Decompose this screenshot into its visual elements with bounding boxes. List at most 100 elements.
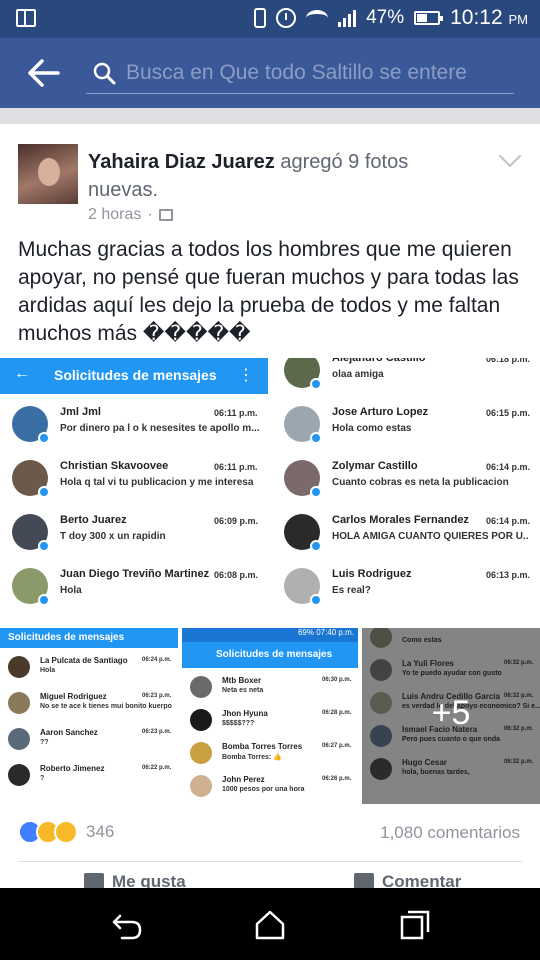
thumb1-title: Solicitudes de mensajes — [8, 632, 125, 643]
thumb-chat-row: Miguel Rodriguez 06:23 p.m. No se te ace k… — [8, 692, 174, 730]
messenger-badge-icon — [38, 486, 50, 498]
chat-time: 06:22 p.m. — [142, 765, 172, 771]
messenger-badge-icon — [310, 540, 322, 552]
photo-menu-icon: ⋮ — [238, 367, 254, 384]
chat-name: Christian Skavoovee — [60, 460, 169, 472]
chat-message: ? — [40, 775, 45, 782]
post-meta: 2 horas · — [88, 206, 173, 224]
chat-avatar — [8, 764, 30, 786]
chat-name: Alejandro Castillo — [332, 358, 426, 364]
status-bar: 47% 10:12 PM — [0, 0, 540, 38]
chat-message: T doy 300 x un rapidin — [60, 531, 166, 542]
signal-icon — [338, 9, 357, 27]
chat-message: HOLA AMIGA CUANTO QUIERES POR U... — [332, 531, 528, 542]
search-placeholder: Busca en Que todo Saltillo se entere — [126, 61, 467, 84]
chat-time: 06:18 p.m. — [486, 358, 531, 364]
chat-message: Hola como estas — [332, 423, 412, 434]
feed-post: Yahaira Diaz Juarez agregó 9 fotos nueva… — [0, 124, 540, 891]
chat-message: Es real? — [332, 585, 371, 596]
chat-time: 06:30 p.m. — [322, 677, 352, 683]
chat-name: La Pulcata de Santiago — [40, 656, 128, 665]
reactions-summary[interactable]: 346 — [18, 820, 114, 844]
photo-thumbnail-1[interactable]: Solicitudes de mensajes La Pulcata de Sa… — [0, 628, 178, 804]
chat-row: Juan Diego Treviño Martinez 06:08 p.m. Hol… — [12, 568, 262, 620]
messenger-badge-icon — [38, 432, 50, 444]
photo-messenger-header: ← Solicitudes de mensajes ⋮ — [0, 358, 268, 394]
clock: 10:12 PM — [450, 6, 528, 30]
chat-row: Berto Juarez 06:09 p.m. T doy 300 x un rap… — [12, 514, 262, 566]
android-nav-bar — [0, 888, 540, 960]
thumb1-header: Solicitudes de mensajes — [0, 628, 178, 648]
chat-message: $$$$$??? — [222, 720, 255, 727]
photo-thumbnail-3[interactable]: Como estas La Yuli Flores 06:32 p.m. Yo te … — [362, 628, 540, 804]
battery-icon — [414, 11, 444, 25]
chat-avatar — [190, 676, 212, 698]
chat-time: 06:24 p.m. — [142, 657, 172, 663]
chat-row: Jml Jml 06:11 p.m. Por dinero pa l o k nes… — [12, 406, 262, 458]
chat-name: John Perez — [222, 775, 265, 784]
chat-row: Jose Arturo Lopez 06:15 p.m. Hola como est… — [284, 406, 532, 458]
chat-name: Jose Arturo Lopez — [332, 406, 429, 418]
more-photos-count: +5 — [431, 694, 471, 732]
photo-title: Solicitudes de mensajes — [54, 367, 217, 383]
thumb-chat-row: Aaron Sanchez 06:23 p.m.?? — [8, 728, 174, 766]
chat-time: 06:27 p.m. — [322, 743, 352, 749]
chat-time: 06:08 p.m. — [214, 570, 259, 580]
chat-message: ?? — [40, 739, 49, 746]
author-avatar[interactable] — [18, 144, 78, 204]
chat-name: Jml Jml — [60, 406, 101, 418]
thumb2-title: Solicitudes de mensajes — [216, 649, 333, 660]
messenger-badge-icon — [310, 432, 322, 444]
chat-name: Zolymar Castillo — [332, 460, 418, 472]
back-nav-icon[interactable] — [110, 908, 144, 942]
chat-avatar — [8, 656, 30, 678]
clock-ampm: PM — [508, 12, 529, 27]
wifi-icon — [306, 10, 329, 26]
photo-back-icon: ← — [14, 365, 30, 382]
author-name[interactable]: Yahaira Diaz Juarez — [88, 151, 275, 173]
feed-divider — [0, 108, 540, 124]
chat-message: 1000 pesos por una hora — [222, 786, 305, 793]
meta-separator: · — [147, 206, 153, 223]
search-input[interactable]: Busca en Que todo Saltillo se entere — [86, 52, 514, 94]
chat-message: Neta es neta — [222, 687, 264, 694]
messenger-badge-icon — [38, 594, 50, 606]
chat-name: Luis Rodriguez — [332, 568, 412, 580]
photo-thumbnail-2[interactable]: 69% 07:40 p.m. Solicitudes de mensajes M… — [182, 628, 358, 804]
thumb2-header: Solicitudes de mensajes — [182, 642, 358, 668]
chat-time: 06:11 p.m. — [214, 408, 258, 418]
chat-message: Hola — [60, 585, 82, 596]
chat-name: Bomba Torres Torres — [222, 742, 303, 751]
wow-reaction-icon — [54, 820, 78, 844]
chat-row: Carlos Morales Fernandez 06:14 p.m. HOLA A… — [284, 514, 532, 566]
post-time[interactable]: 2 horas — [88, 206, 141, 224]
chat-time: 06:28 p.m. — [322, 710, 352, 716]
chat-message: Por dinero pa l o k nesesites te apollo … — [60, 423, 260, 434]
home-nav-icon[interactable] — [253, 908, 287, 942]
search-icon — [93, 62, 116, 85]
chat-row: Christian Skavoovee 06:11 p.m. Hola q tal … — [12, 460, 262, 512]
back-arrow-icon[interactable] — [26, 57, 60, 89]
chat-row: Alejandro Castillo 06:18 p.m. olaa amiga — [284, 358, 532, 404]
audience-icon — [158, 209, 173, 221]
recent-apps-nav-icon[interactable] — [398, 908, 432, 942]
post-photo-main[interactable]: ← Solicitudes de mensajes ⋮ Jml Jml 06:11… — [0, 358, 540, 622]
comments-count[interactable]: 1,080 comentarios — [380, 823, 520, 843]
chat-name: Juan Diego Treviño Martinez — [60, 568, 210, 580]
thumb-chat-row: John Perez 06:26 p.m. 1000 pesos por una h… — [190, 775, 354, 804]
chat-time: 06:23 p.m. — [142, 693, 172, 699]
chat-time: 06:09 p.m. — [214, 516, 259, 526]
chat-message: Cuanto cobras es neta la publicacion — [332, 477, 509, 488]
clock-time: 10:12 — [450, 6, 503, 29]
chat-avatar — [190, 709, 212, 731]
chat-row: Luis Rodriguez 06:13 p.m. Es real? — [284, 568, 532, 620]
chat-name: Aaron Sanchez — [40, 728, 98, 737]
chat-time: 06:26 p.m. — [322, 776, 352, 782]
chat-time: 06:13 p.m. — [486, 570, 531, 580]
chat-avatar — [190, 742, 212, 764]
post-photo-thumbnails: Solicitudes de mensajes La Pulcata de Sa… — [0, 628, 540, 804]
chat-time: 06:23 p.m. — [142, 729, 172, 735]
messenger-badge-icon — [38, 540, 50, 552]
chat-name: Berto Juarez — [60, 514, 127, 526]
chevron-down-icon[interactable] — [498, 144, 522, 168]
